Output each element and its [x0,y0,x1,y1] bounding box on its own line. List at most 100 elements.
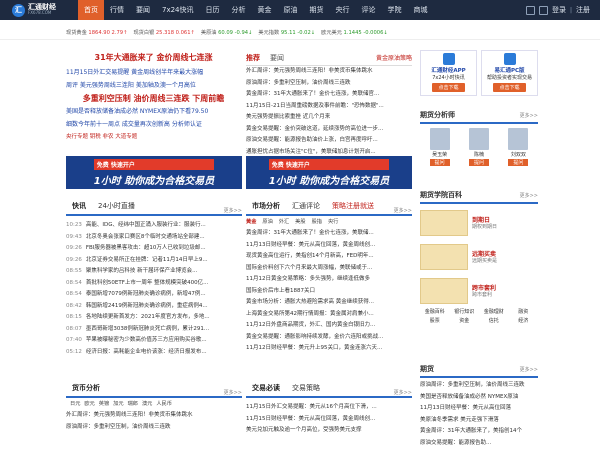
more-link[interactable]: 更多>> [394,207,412,214]
list-item[interactable]: 黄金周评：31年大通胀来了！金价七连涨，美联储官... [246,89,412,101]
list-item[interactable]: 11月13日财经早餐：美元从高位回落 [420,403,538,415]
download-button[interactable]: 点击下载 [493,83,526,92]
course-item[interactable]: 远期买卖 远期买卖是 [420,242,538,272]
topic-links[interactable]: 央行专题 钥税 非农 大道专题 [66,131,241,143]
list-item[interactable]: 外汇周评：美元强势周线三连阳！非美货币集体跳水 [246,66,412,78]
list-item[interactable]: 11月15日外汇交易提醒：美元从16个月高位下滑，... [246,402,412,414]
list-item[interactable]: 原油周评：多重利空压制，油价周线三连跌 [246,78,412,90]
list-item[interactable]: 08:54 泰国新增7079例新冠肺炎确诊病例，新增47例... [66,289,242,301]
list-item[interactable]: 原油交易提醒：能源报告助油价上涨，白宫再度呼吁... [246,135,412,147]
category-link[interactable]: 股票 [420,317,450,326]
analyst-card[interactable]: 吴玉荣 提问 [429,128,450,166]
site-logo[interactable]: 汇 汇通财经 FX678.COM [0,0,78,20]
ticker-item[interactable]: 现货白银 25.318 0.061↑ [133,29,194,36]
headline-row[interactable]: 细数今年前十一周点 成交量再次创新高 分析师认证 [66,118,241,131]
subtab-fx[interactable]: 外汇 [279,216,289,228]
promo-banner[interactable]: 免费 快速开户 1小时 助你成为合格交易员 [66,156,242,189]
more-link[interactable]: 更多>> [394,389,412,396]
list-item[interactable]: 10:23 高能、IDG、经纬中国正涌入服装行业：服装行... [66,220,242,232]
nav-item-centralbank[interactable]: 央行 [330,0,356,20]
list-item[interactable]: 国际金价料创下六个月来最大周涨幅，美联储或于... [246,263,412,275]
nav-item-review[interactable]: 评论 [356,0,382,20]
login-link[interactable]: 登录 [552,5,566,15]
ticker-item[interactable]: 现货黄金 1864.90 2.79↑ [66,29,127,36]
course-item[interactable]: 到期日 期权到期日 [420,208,538,238]
tab-market[interactable]: 市场分析 [246,198,286,214]
more-link[interactable]: 更多>> [224,207,242,214]
subtab-us-stocks[interactable]: 美股 [295,216,305,228]
list-item[interactable]: 11月12日黄金交易策略：多头强势，继续逢低做多 [246,274,412,286]
list-item[interactable]: 上海黄金交易所第42期行情周报：黄金属对肩兼小... [246,309,412,321]
nav-item-calendar[interactable]: 日历 [200,0,226,20]
subtab-gbp[interactable]: 英镑 [99,398,109,410]
list-item[interactable]: 11月13日财经早餐：美元从高位回落，黄金周线创... [246,240,412,252]
analyst-card[interactable]: 陈楠 提问 [468,128,489,166]
nav-item-quotes[interactable]: 行情 [104,0,130,20]
ticker-item[interactable]: 美元指数 95.11 -0.02↓ [258,29,315,36]
list-item[interactable]: 09:26 FBI服务器被黑客攻击：超10万人已收到垃圾邮... [66,243,242,255]
list-item[interactable]: 黄金交易提醒：通胀影响持续发酵，金价六连阳或挑战... [246,332,412,344]
analyst-card[interactable]: 刘双双 提问 [508,128,529,166]
category-link[interactable]: 信托 [479,317,509,326]
app-card[interactable]: 易汇通PC版 帮助投资者实现交易 点击下载 [481,50,538,96]
ticker-item[interactable]: 欧元美元 1.1445 -0.0006↓ [321,29,388,36]
app-card[interactable]: 汇通财经APP 7x24小时快讯 点击下载 [420,50,477,96]
tab-recommend[interactable]: 推荐 [246,53,260,63]
list-item[interactable]: 11月12日外盘商品期货，外汇、国内黄金白银旧力... [246,320,412,332]
list-item[interactable]: 11月12日财经早餐：美元升上95关口，黄金连涨六天... [246,343,412,355]
ask-button[interactable]: 提问 [468,159,489,166]
course-item[interactable]: 跨市套利 跨市套利 [420,276,538,306]
list-item[interactable]: 08:07 墨西哥新增3038例新冠肺炎死亡病例，累计291... [66,324,242,336]
tab-news[interactable]: 要闻 [270,53,284,63]
tab-live24[interactable]: 24小时直播 [92,198,141,214]
list-item[interactable]: 08:55 聚焦科学家的吕科技 新干届环保产业博览会... [66,266,242,278]
list-item[interactable]: 黄金周评：31年大通胀来了，美指创14个 [420,426,538,438]
nav-item-news[interactable]: 要闻 [130,0,156,20]
list-item[interactable]: 黄金交易提醒：金价突破这道，延续涨势的高位进一步... [246,124,412,136]
nav-item-mall[interactable]: 商城 [408,0,434,20]
list-item[interactable]: 美元强势提振比索重挫 近几个月来 [246,112,412,124]
list-item[interactable]: 11月15日-21日当周重磅数据及事件前瞻："恐怖数据"... [246,101,412,113]
headline-row[interactable]: 11月15日外汇交易提醒 黄金周线创半年来最大涨幅 [66,66,241,79]
subtab-gold[interactable]: 黄金 [246,216,256,228]
subtab-index[interactable]: 股指 [312,216,322,228]
category-link[interactable]: 经济 [509,317,539,326]
category-link[interactable]: 资金 [450,317,480,326]
subtab-chf[interactable]: 瑞郎 [128,398,138,410]
list-item[interactable]: 美元兑加元触及逾一个月高位，受强势美元支撑 [246,425,412,437]
headline-title[interactable]: 31年大通胀来了 金价周线七连涨 [66,52,241,66]
promo-banner-2[interactable]: 免费 快速开户 1小时 助你成为合格交易员 [246,156,412,189]
list-item[interactable]: 09:26 北京证券交易所正在挂牌：记者11月14日早上9... [66,255,242,267]
category-link[interactable]: 金融理财 [479,308,509,317]
list-item[interactable]: 05:12 经济日报：高耗能企业电价该涨：经济日报发布... [66,347,242,359]
list-item[interactable]: 11月15日财经早餐：美元从高位回落，黄金周线创... [246,414,412,426]
desktop-icon[interactable] [538,5,548,15]
list-item[interactable]: 黄金市场分析：通胀大热避险需求高 黄金继续获得... [246,297,412,309]
list-item[interactable]: 08:42 韩国新增2419例新冠肺炎确诊病例，重症病例4... [66,301,242,313]
category-link[interactable]: 融资 [509,308,539,317]
subtab-aud[interactable]: 澳元 [142,398,152,410]
register-link[interactable]: 注册 [576,5,590,15]
subtab-oil[interactable]: 原油 [262,216,272,228]
more-link[interactable]: 更多>> [520,192,538,199]
list-item[interactable]: 原油周评：多重利空压制，油价周线三连跌 [420,380,538,392]
tab-flash[interactable]: 快讯 [66,198,92,214]
list-item[interactable]: 原油交易提醒：能源报告助... [420,438,538,450]
nav-item-analysis[interactable]: 分析 [226,0,252,20]
list-item[interactable]: 美国是否释放储备油成必然 NYMEX原油 [420,392,538,404]
list-item[interactable]: 07:40 苹果被曝秘密为少数高价值苏三方应用购买谷歌... [66,335,242,347]
list-item[interactable]: 08:54 首批科创50ETF上市一周年 整体规模突破400亿... [66,278,242,290]
subtab-cny[interactable]: 人民币 [156,398,172,410]
headline-row[interactable]: 美国是否释放储备油成必然 NYMEX原油仍下看79.50 [66,105,241,118]
category-link[interactable]: 银行知识 [450,308,480,317]
nav-item-live[interactable]: 7x24快讯 [156,0,200,20]
subtab-cad[interactable]: 加元 [113,398,123,410]
subtab-eur[interactable]: 欧元 [84,398,94,410]
more-link[interactable]: 更多>> [520,112,538,119]
headline-subtitle[interactable]: 多重利空压制 油价周线三连跌 下周前瞻 [66,92,241,105]
nav-item-academy[interactable]: 学院 [382,0,408,20]
nav-item-home[interactable]: 首页 [78,0,104,20]
ticker-item[interactable]: 美原油 60.09 -0.94↓ [201,29,253,36]
download-button[interactable]: 点击下载 [432,83,465,92]
subtab-jpy[interactable]: 日元 [70,398,80,410]
